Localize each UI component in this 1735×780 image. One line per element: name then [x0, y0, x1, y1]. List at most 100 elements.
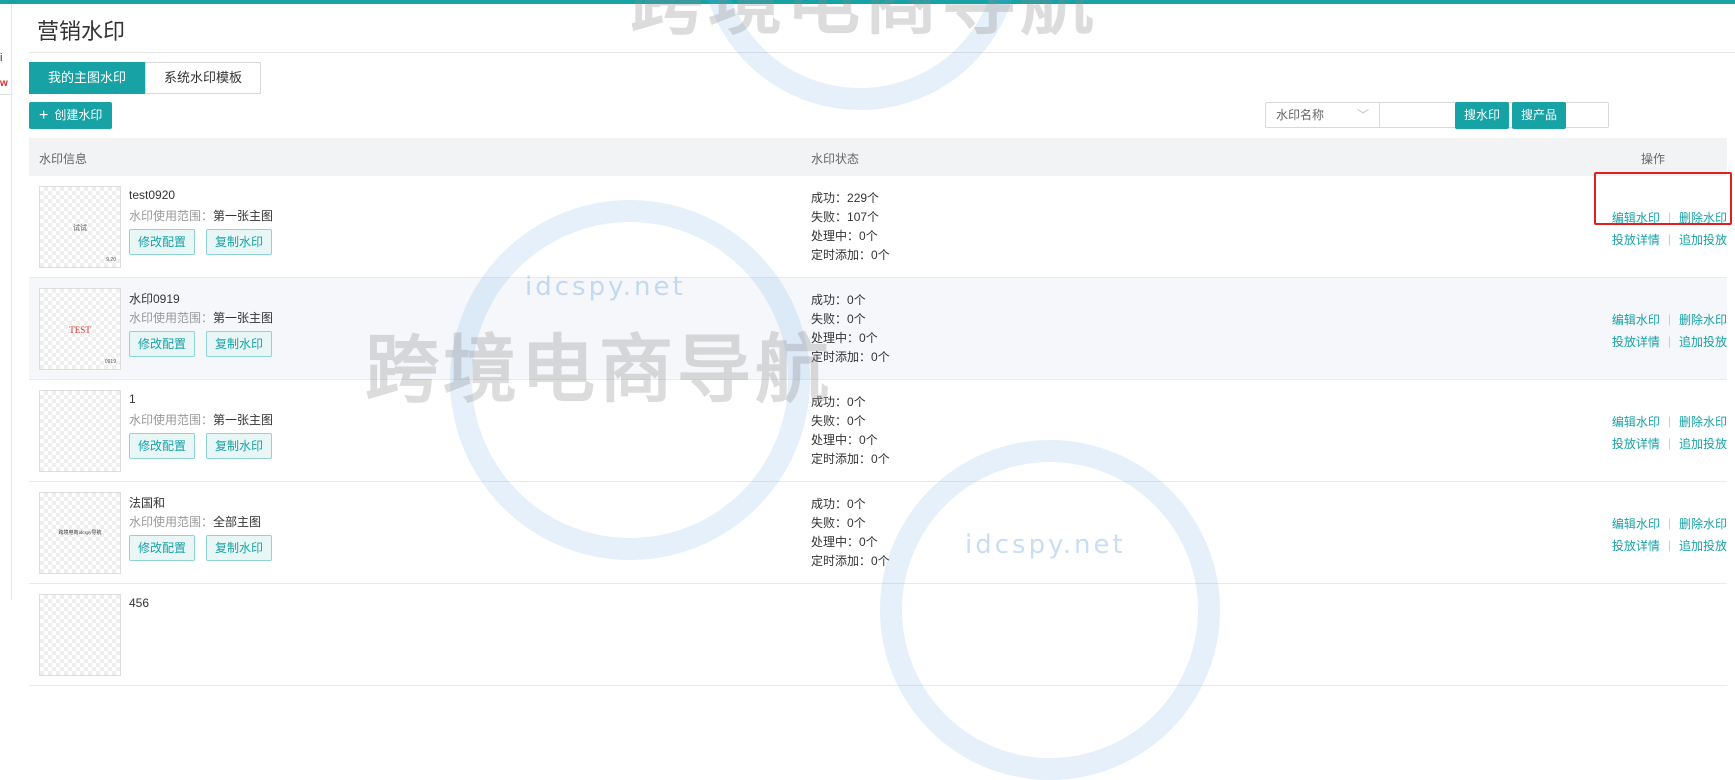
action-separator: |: [1667, 436, 1671, 450]
modify-config-button[interactable]: 修改配置: [129, 331, 196, 357]
sidebar-divider: [0, 94, 12, 95]
copy-watermark-button[interactable]: 复制水印: [206, 433, 273, 459]
watermark-thumbnail[interactable]: TEST 0919: [39, 288, 121, 370]
status-scheduled: 定时添加：0个: [811, 350, 890, 364]
copy-watermark-button[interactable]: 复制水印: [206, 229, 273, 255]
search-field-select[interactable]: 水印名称 ﹀: [1265, 102, 1380, 128]
tab-bar: 我的主图水印 系统水印模板: [29, 62, 262, 94]
status-success: 成功：0个: [811, 497, 866, 511]
table-row: 试试 9.20 test0920 水印使用范围：第一张主图 修改配置 复制水印 …: [29, 176, 1727, 278]
copy-watermark-button[interactable]: 复制水印: [206, 535, 273, 561]
add-delivery-link[interactable]: 追加投放: [1679, 435, 1727, 452]
watermark-thumbnail[interactable]: [39, 390, 121, 472]
status-scheduled: 定时添加：0个: [811, 554, 890, 568]
watermark-scope: 水印使用范围：第一张主图: [129, 309, 273, 326]
action-separator: |: [1667, 538, 1671, 552]
scope-label: 水印使用范围：: [129, 311, 214, 325]
status-success: 成功：0个: [811, 293, 866, 307]
thumbnail-corner-text: 0919: [104, 359, 116, 365]
delete-watermark-link[interactable]: 删除水印: [1679, 413, 1727, 430]
watermark-thumbnail[interactable]: 跨境电商idcspy导航: [39, 492, 121, 574]
header-info: 水印信息: [39, 152, 88, 166]
create-watermark-label: 创建水印: [54, 108, 103, 122]
watermark-name: 1: [129, 392, 136, 406]
sidebar-fragment-red: w: [0, 78, 8, 89]
header-status: 水印状态: [811, 152, 860, 166]
edit-watermark-link[interactable]: 编辑水印: [1612, 311, 1660, 328]
status-processing: 处理中：0个: [811, 433, 878, 447]
delivery-detail-link[interactable]: 投放详情: [1612, 537, 1660, 554]
status-processing: 处理中：0个: [811, 535, 878, 549]
watermark-name: 法国和: [129, 496, 166, 510]
watermark-status: 成功：229个 失败：107个 处理中：0个 定时添加：0个: [811, 189, 890, 265]
copy-watermark-button[interactable]: 复制水印: [206, 331, 273, 357]
watermark-status: 成功：0个 失败：0个 处理中：0个 定时添加：0个: [811, 393, 890, 469]
search-product-button[interactable]: 搜产品: [1512, 102, 1567, 129]
delete-watermark-link[interactable]: 删除水印: [1679, 311, 1727, 328]
delivery-detail-link[interactable]: 投放详情: [1612, 333, 1660, 350]
status-fail: 失败：0个: [811, 516, 866, 530]
sidebar-edge: i w: [0, 4, 12, 600]
edit-watermark-link[interactable]: 编辑水印: [1612, 515, 1660, 532]
watermark-scope: 水印使用范围：第一张主图: [129, 207, 273, 224]
watermark-name: test0920: [129, 188, 176, 202]
row-actions: 编辑水印 | 删除水印 投放详情 | 追加投放: [1612, 308, 1727, 352]
watermark-status: 成功：0个 失败：0个 处理中：0个 定时添加：0个: [811, 291, 890, 367]
action-separator: |: [1667, 312, 1671, 326]
status-success: 成功：0个: [811, 395, 866, 409]
add-delivery-link[interactable]: 追加投放: [1679, 231, 1727, 248]
table-header: 水印信息 水印状态 操作: [29, 138, 1727, 176]
scope-label: 水印使用范围：: [129, 413, 214, 427]
status-scheduled: 定时添加：0个: [811, 248, 890, 262]
tab-my-watermarks[interactable]: 我的主图水印: [29, 62, 146, 94]
delivery-detail-link[interactable]: 投放详情: [1612, 435, 1660, 452]
action-separator: |: [1667, 334, 1671, 348]
thumbnail-corner-text: 9.20: [106, 257, 116, 263]
scope-value: 第一张主图: [213, 413, 274, 427]
row-actions: 编辑水印 | 删除水印 投放详情 | 追加投放: [1612, 512, 1727, 556]
search-field-value: 水印名称: [1276, 108, 1325, 122]
search-watermark-button[interactable]: 搜水印: [1455, 102, 1510, 129]
scope-label: 水印使用范围：: [129, 209, 214, 223]
thumbnail-text: TEST: [69, 325, 91, 335]
status-processing: 处理中：0个: [811, 331, 878, 345]
table-row: 跨境电商idcspy导航 法国和 水印使用范围：全部主图 修改配置 复制水印 成…: [29, 482, 1727, 584]
sidebar-fragment: i: [0, 52, 3, 64]
modify-config-button[interactable]: 修改配置: [129, 535, 196, 561]
delete-watermark-link[interactable]: 删除水印: [1679, 515, 1727, 532]
watermark-table: 水印信息 水印状态 操作 试试 9.20 test0920 水印使用范围：第一张…: [29, 138, 1727, 686]
status-scheduled: 定时添加：0个: [811, 452, 890, 466]
status-success: 成功：229个: [811, 191, 880, 205]
plus-icon: +: [39, 106, 49, 124]
watermark-status: 成功：0个 失败：0个 处理中：0个 定时添加：0个: [811, 495, 890, 571]
title-divider: [29, 52, 1735, 53]
watermark-thumbnail[interactable]: [39, 594, 121, 676]
watermark-thumbnail[interactable]: 试试 9.20: [39, 186, 121, 268]
add-delivery-link[interactable]: 追加投放: [1679, 333, 1727, 350]
tab-system-templates[interactable]: 系统水印模板: [145, 62, 262, 94]
edit-watermark-link[interactable]: 编辑水印: [1612, 413, 1660, 430]
chevron-down-icon: ﹀: [1356, 108, 1369, 122]
watermark-scope: 水印使用范围：全部主图: [129, 513, 261, 530]
delivery-detail-link[interactable]: 投放详情: [1612, 231, 1660, 248]
table-row: 1 水印使用范围：第一张主图 修改配置 复制水印 成功：0个 失败：0个 处理中…: [29, 380, 1727, 482]
scope-value: 第一张主图: [213, 311, 274, 325]
thumbnail-text: 跨境电商idcspy导航: [58, 531, 102, 536]
status-fail: 失败：107个: [811, 210, 880, 224]
main-content: 营销水印 我的主图水印 系统水印模板 + 创建水印 水印名称 ﹀ 搜水印 搜产品…: [29, 4, 1735, 686]
add-delivery-link[interactable]: 追加投放: [1679, 537, 1727, 554]
thumbnail-text: 试试: [73, 224, 87, 232]
modify-config-button[interactable]: 修改配置: [129, 229, 196, 255]
scope-label: 水印使用范围：: [129, 515, 214, 529]
modify-config-button[interactable]: 修改配置: [129, 433, 196, 459]
create-watermark-button[interactable]: + 创建水印: [29, 102, 113, 129]
scope-value: 第一张主图: [213, 209, 274, 223]
table-row: 456: [29, 584, 1727, 686]
action-separator: |: [1667, 414, 1671, 428]
watermark-name: 456: [129, 596, 150, 610]
status-processing: 处理中：0个: [811, 229, 878, 243]
status-fail: 失败：0个: [811, 414, 866, 428]
page-title: 营销水印: [37, 19, 126, 44]
scope-value: 全部主图: [213, 515, 262, 529]
action-separator: |: [1667, 232, 1671, 246]
